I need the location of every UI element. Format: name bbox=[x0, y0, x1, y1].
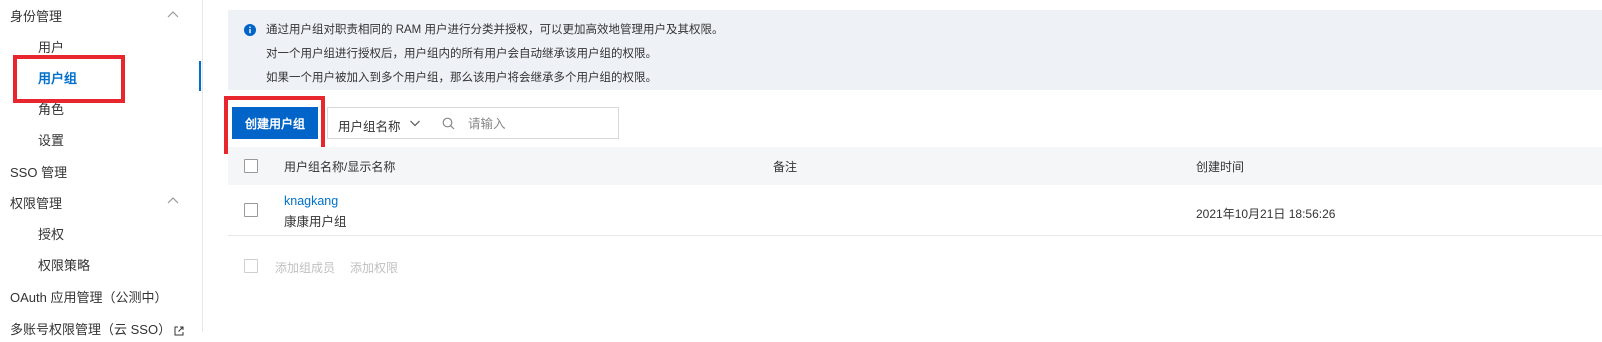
user-group-display-name: 康康用户组 bbox=[284, 215, 347, 229]
sidebar-item-label: 多账号权限管理（云 SSO） bbox=[10, 319, 184, 338]
notice-line: 对一个用户组进行授权后，用户组内的所有用户会自动继承该用户组的权限。 bbox=[266, 48, 657, 60]
info-icon bbox=[244, 24, 256, 36]
sidebar-item-label: 设置 bbox=[38, 133, 65, 148]
sidebar-group-label: 权限管理 bbox=[10, 196, 63, 211]
add-members-button[interactable]: 添加组成员 bbox=[275, 259, 335, 276]
sidebar-group-identity[interactable]: 身份管理 bbox=[0, 0, 201, 30]
sidebar-item-label: 角色 bbox=[38, 102, 65, 117]
column-header-remark: 备注 bbox=[773, 160, 798, 174]
sidebar-item-user-groups[interactable]: 用户组 bbox=[0, 61, 201, 91]
sidebar-item-settings[interactable]: 设置 bbox=[0, 123, 201, 153]
sidebar-item-label: 用户 bbox=[38, 40, 65, 55]
sidebar: 身份管理 用户 用户组 角色 设置 SSO 管理 权限管理 授权 权限策略 OA… bbox=[0, 0, 203, 337]
sidebar-item-label: 权限策略 bbox=[38, 258, 91, 273]
external-link-icon bbox=[174, 326, 184, 336]
table-header: 用户组名称/显示名称 备注 创建时间 bbox=[228, 147, 1602, 185]
sidebar-item-grant[interactable]: 授权 bbox=[0, 217, 201, 247]
batch-actions: 添加组成员 添加权限 bbox=[228, 257, 628, 277]
sidebar-item-label: 用户组 bbox=[38, 71, 78, 86]
chevron-up-icon bbox=[167, 11, 179, 18]
sidebar-item-users[interactable]: 用户 bbox=[0, 30, 201, 60]
sidebar-item-label: 授权 bbox=[38, 227, 65, 242]
table-row: knagkang 康康用户组 2021年10月21日 18:56:26 bbox=[228, 185, 1602, 236]
chevron-down-icon bbox=[410, 120, 420, 127]
row-checkbox[interactable] bbox=[244, 203, 258, 217]
column-header-created: 创建时间 bbox=[1196, 160, 1245, 174]
sidebar-item-policies[interactable]: 权限策略 bbox=[0, 248, 201, 278]
search-icon bbox=[442, 117, 455, 130]
batch-select-checkbox[interactable] bbox=[244, 259, 258, 273]
sidebar-item-sso[interactable]: SSO 管理 bbox=[0, 155, 201, 185]
notice-line: 如果一个用户被加入到多个用户组，那么该用户将会继承多个用户组的权限。 bbox=[266, 72, 657, 84]
sidebar-item-label: OAuth 应用管理（公测中） bbox=[10, 290, 168, 305]
filter-field-select[interactable]: 用户组名称 bbox=[327, 107, 429, 139]
sidebar-item-oauth[interactable]: OAuth 应用管理（公测中） bbox=[0, 280, 201, 310]
info-notice: 通过用户组对职责相同的 RAM 用户进行分类并授权，可以更加高效地管理用户及其权… bbox=[228, 10, 1602, 90]
sidebar-group-permissions[interactable]: 权限管理 bbox=[0, 186, 201, 216]
sidebar-item-label: SSO 管理 bbox=[10, 165, 68, 180]
created-time: 2021年10月21日 18:56:26 bbox=[1196, 207, 1336, 221]
sidebar-item-roles[interactable]: 角色 bbox=[0, 92, 201, 122]
sidebar-item-label-text: 多账号权限管理（云 SSO） bbox=[10, 322, 172, 337]
user-group-name-link[interactable]: knagkang bbox=[284, 194, 338, 208]
sidebar-group-label: 身份管理 bbox=[10, 9, 63, 24]
filter-field-value: 用户组名称 bbox=[338, 120, 401, 134]
create-user-group-button[interactable]: 创建用户组 bbox=[232, 107, 318, 139]
sidebar-item-multi-account[interactable]: 多账号权限管理（云 SSO） bbox=[0, 312, 201, 342]
chevron-up-icon bbox=[167, 197, 179, 204]
search-box bbox=[428, 107, 619, 139]
select-all-checkbox[interactable] bbox=[244, 159, 258, 173]
notice-line: 通过用户组对职责相同的 RAM 用户进行分类并授权，可以更加高效地管理用户及其权… bbox=[266, 24, 724, 36]
search-input[interactable] bbox=[466, 114, 610, 134]
column-header-name: 用户组名称/显示名称 bbox=[284, 160, 396, 174]
add-permission-button[interactable]: 添加权限 bbox=[350, 259, 398, 276]
